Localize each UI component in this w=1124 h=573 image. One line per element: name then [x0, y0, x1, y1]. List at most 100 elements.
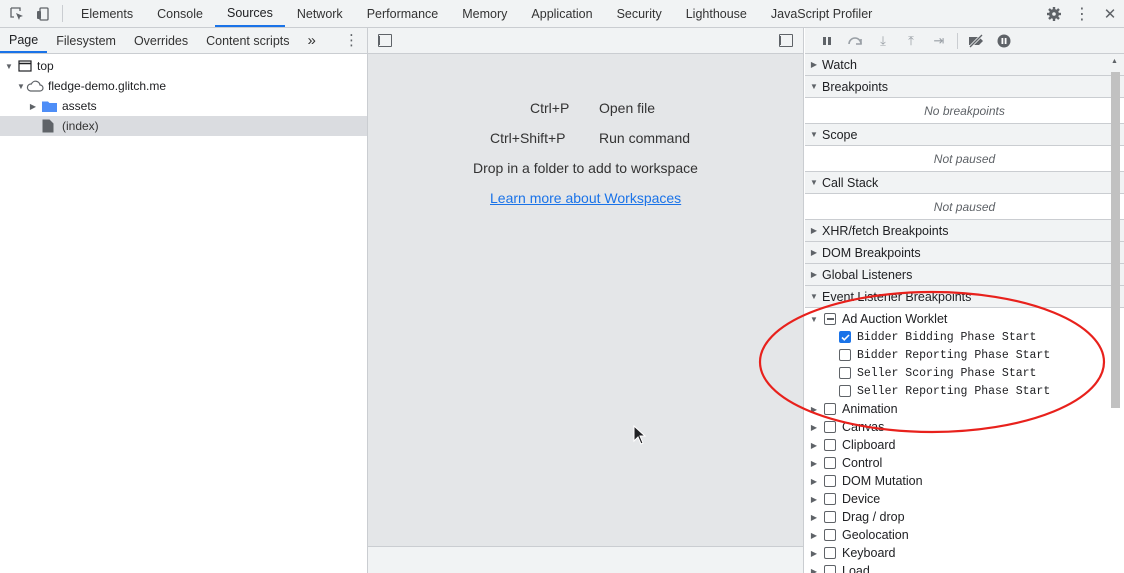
expanded-triangle-icon[interactable]: ▼: [809, 315, 819, 324]
unchecked-checkbox[interactable]: [824, 457, 836, 469]
step-out-icon[interactable]: ⤒: [897, 31, 925, 51]
pause-icon[interactable]: [813, 31, 841, 51]
collapsed-triangle-icon[interactable]: ▶: [809, 531, 819, 540]
tree-item-domain[interactable]: ▼ fledge-demo.glitch.me: [0, 76, 367, 96]
category-geolocation[interactable]: ▶ Geolocation: [805, 526, 1124, 544]
more-tabs-chevron-icon[interactable]: »: [299, 28, 325, 53]
unchecked-checkbox[interactable]: [824, 403, 836, 415]
category-drag-drop[interactable]: ▶ Drag / drop: [805, 508, 1124, 526]
unchecked-checkbox[interactable]: [824, 547, 836, 559]
collapsed-triangle-icon[interactable]: ▶: [809, 441, 819, 450]
toggle-navigator-icon[interactable]: [378, 34, 392, 47]
category-keyboard[interactable]: ▶ Keyboard: [805, 544, 1124, 562]
collapsed-triangle-icon[interactable]: ▶: [809, 567, 819, 573]
tab-filesystem[interactable]: Filesystem: [47, 28, 125, 53]
section-call-stack[interactable]: ▼ Call Stack: [805, 172, 1124, 194]
collapsed-triangle-icon[interactable]: ▶: [809, 549, 819, 558]
tab-content-scripts[interactable]: Content scripts: [197, 28, 298, 53]
more-options-kebab-icon[interactable]: ⋮: [1068, 4, 1096, 24]
settings-gear-icon[interactable]: [1040, 6, 1068, 22]
section-breakpoints[interactable]: ▼ Breakpoints: [805, 76, 1124, 98]
checked-checkbox[interactable]: [839, 331, 851, 343]
category-device[interactable]: ▶ Device: [805, 490, 1124, 508]
worklet-breakpoint-item[interactable]: Bidder Bidding Phase Start: [805, 328, 1124, 346]
category-ad-auction-worklet[interactable]: ▼ Ad Auction Worklet: [805, 310, 1124, 328]
learn-workspaces-link[interactable]: Learn more about Workspaces: [490, 190, 681, 206]
collapsed-triangle-icon[interactable]: ▶: [809, 423, 819, 432]
collapsed-triangle-icon[interactable]: ▶: [809, 248, 819, 257]
unchecked-checkbox[interactable]: [824, 529, 836, 541]
tab-console[interactable]: Console: [145, 0, 215, 27]
worklet-breakpoint-item[interactable]: Seller Reporting Phase Start: [805, 382, 1124, 400]
unchecked-checkbox[interactable]: [824, 565, 836, 573]
tab-application[interactable]: Application: [519, 0, 604, 27]
cloud-icon: [26, 80, 44, 92]
collapsed-triangle-icon[interactable]: ▶: [809, 226, 819, 235]
expanded-triangle-icon[interactable]: ▼: [809, 130, 819, 139]
unchecked-checkbox[interactable]: [824, 475, 836, 487]
category-animation[interactable]: ▶ Animation: [805, 400, 1124, 418]
unchecked-checkbox[interactable]: [824, 439, 836, 451]
section-xhr-breakpoints[interactable]: ▶ XHR/fetch Breakpoints: [805, 220, 1124, 242]
expanded-triangle-icon[interactable]: ▼: [809, 82, 819, 91]
navigator-menu-kebab-icon[interactable]: ⋮: [344, 32, 359, 50]
tab-performance[interactable]: Performance: [355, 0, 451, 27]
tab-network[interactable]: Network: [285, 0, 355, 27]
collapsed-triangle-icon[interactable]: ▶: [809, 495, 819, 504]
unchecked-checkbox[interactable]: [824, 421, 836, 433]
category-clipboard[interactable]: ▶ Clipboard: [805, 436, 1124, 454]
device-toolbar-icon[interactable]: [30, 0, 56, 27]
tree-item-assets[interactable]: ▶ assets: [0, 96, 367, 116]
section-global-listeners[interactable]: ▶ Global Listeners: [805, 264, 1124, 286]
tab-elements[interactable]: Elements: [69, 0, 145, 27]
category-label: Clipboard: [842, 438, 896, 452]
unchecked-checkbox[interactable]: [839, 349, 851, 361]
inspect-element-icon[interactable]: [4, 0, 30, 27]
expanded-triangle-icon[interactable]: ▼: [809, 178, 819, 187]
expanded-triangle-icon[interactable]: ▼: [16, 82, 26, 91]
tree-item-top[interactable]: ▼ top: [0, 56, 367, 76]
category-load[interactable]: ▶ Load: [805, 562, 1124, 573]
close-icon[interactable]: ✕: [1096, 5, 1124, 23]
step-into-icon[interactable]: ⤓: [869, 31, 897, 51]
worklet-breakpoint-item[interactable]: Bidder Reporting Phase Start: [805, 346, 1124, 364]
category-canvas[interactable]: ▶ Canvas: [805, 418, 1124, 436]
deactivate-breakpoints-icon[interactable]: [962, 31, 990, 51]
collapsed-triangle-icon[interactable]: ▶: [809, 405, 819, 414]
section-watch[interactable]: ▶ Watch: [805, 54, 1124, 76]
scroll-up-arrow-icon[interactable]: ▲: [1111, 58, 1118, 65]
collapsed-triangle-icon[interactable]: ▶: [809, 270, 819, 279]
category-dom-mutation[interactable]: ▶ DOM Mutation: [805, 472, 1124, 490]
scrollbar-thumb[interactable]: [1111, 72, 1120, 408]
unchecked-checkbox[interactable]: [839, 385, 851, 397]
expanded-triangle-icon[interactable]: ▼: [4, 62, 14, 71]
ad-auction-mixed-checkbox[interactable]: [824, 313, 836, 325]
section-dom-breakpoints[interactable]: ▶ DOM Breakpoints: [805, 242, 1124, 264]
tab-lighthouse[interactable]: Lighthouse: [674, 0, 759, 27]
step-icon[interactable]: ⇥: [925, 31, 953, 51]
collapsed-triangle-icon[interactable]: ▶: [28, 102, 38, 111]
tree-item-index[interactable]: (index): [0, 116, 367, 136]
unchecked-checkbox[interactable]: [824, 511, 836, 523]
collapsed-triangle-icon[interactable]: ▶: [809, 513, 819, 522]
tab-memory[interactable]: Memory: [450, 0, 519, 27]
worklet-breakpoint-item[interactable]: Seller Scoring Phase Start: [805, 364, 1124, 382]
collapsed-triangle-icon[interactable]: ▶: [809, 477, 819, 486]
expanded-triangle-icon[interactable]: ▼: [809, 292, 819, 301]
pause-on-exceptions-icon[interactable]: [990, 31, 1018, 51]
collapsed-triangle-icon[interactable]: ▶: [809, 60, 819, 69]
collapsed-triangle-icon[interactable]: ▶: [809, 459, 819, 468]
unchecked-checkbox[interactable]: [824, 493, 836, 505]
category-control[interactable]: ▶ Control: [805, 454, 1124, 472]
toggle-debugger-icon[interactable]: [779, 34, 793, 47]
section-scope[interactable]: ▼ Scope: [805, 124, 1124, 146]
step-over-icon[interactable]: [841, 31, 869, 51]
tab-page[interactable]: Page: [0, 28, 48, 53]
scrollbar[interactable]: ▲: [1110, 58, 1120, 572]
section-event-listener-breakpoints[interactable]: ▼ Event Listener Breakpoints: [805, 286, 1124, 308]
tab-security[interactable]: Security: [605, 0, 674, 27]
unchecked-checkbox[interactable]: [839, 367, 851, 379]
tab-overrides[interactable]: Overrides: [125, 28, 197, 53]
tab-javascript-profiler[interactable]: JavaScript Profiler: [759, 0, 884, 27]
tab-sources[interactable]: Sources: [214, 0, 285, 27]
